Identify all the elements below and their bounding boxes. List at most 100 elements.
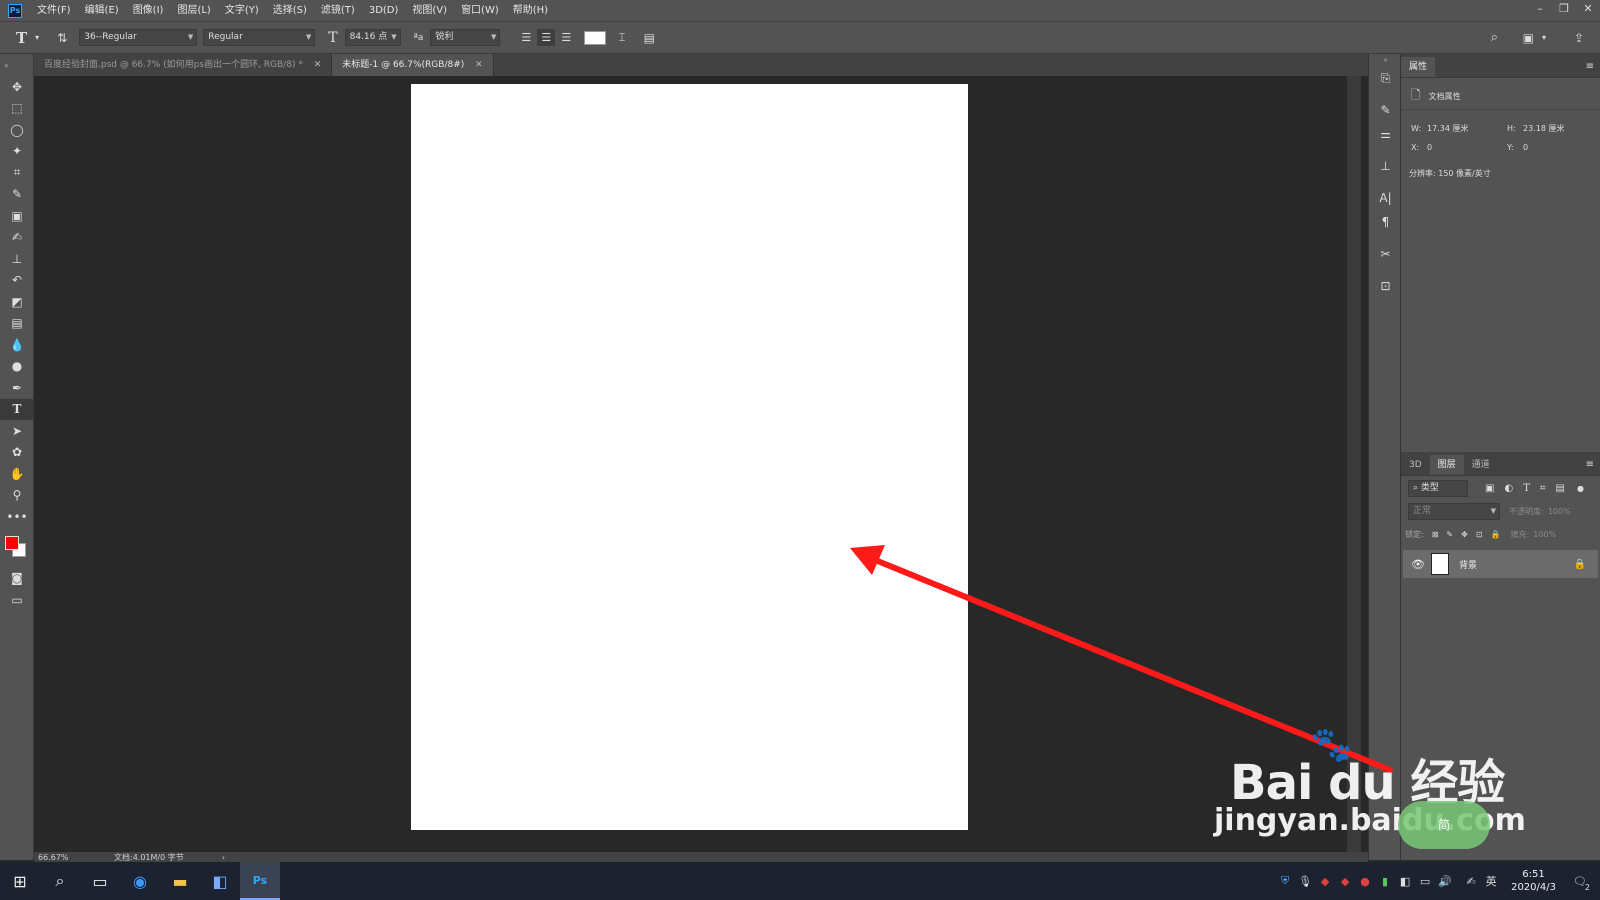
gradient-tool-icon[interactable]: ▤	[0, 313, 34, 335]
clone-source-panel-icon[interactable]: ⊥	[1369, 154, 1402, 178]
blend-mode-select[interactable]: 正常 ▼	[1408, 502, 1500, 520]
brush-tool-icon[interactable]: ✍	[0, 227, 34, 249]
close-button[interactable]: ✕	[1576, 0, 1600, 21]
tray-app-icon[interactable]: ◆	[1335, 875, 1355, 888]
photoshop-taskbar-icon[interactable]: Ps	[240, 862, 280, 900]
menu-filter[interactable]: 滤镜(T)	[314, 0, 362, 21]
eyedropper-tool-icon[interactable]: ✎	[0, 184, 34, 206]
pen-tool-icon[interactable]: ✒	[0, 377, 34, 399]
canvas-area[interactable]	[34, 76, 1361, 852]
panel-menu-icon[interactable]: ≡	[1586, 455, 1594, 475]
x-value[interactable]: 0	[1427, 143, 1507, 152]
filter-toggle-icon[interactable]: ●	[1577, 484, 1584, 493]
restore-button[interactable]: ❐	[1552, 0, 1576, 21]
more-tools-icon[interactable]: •••	[0, 506, 34, 528]
zoom-level[interactable]: 66.67%	[38, 853, 108, 862]
menu-window[interactable]: 窗口(W)	[454, 0, 506, 21]
workspace-icon[interactable]: ▣	[1523, 31, 1534, 45]
y-value[interactable]: 0	[1523, 143, 1528, 152]
notification-icon[interactable]: 🗨 2	[1570, 875, 1590, 892]
type-tool-preset-icon[interactable]: T	[16, 29, 27, 47]
windows-start-icon[interactable]: ⊞	[0, 862, 40, 900]
document-tab-active[interactable]: 未标题-1 @ 66.7%(RGB/8#) ✕	[332, 54, 494, 76]
custom-shape-tool-icon[interactable]: ✿	[0, 442, 34, 464]
height-value[interactable]: 23.18 厘米	[1523, 123, 1564, 134]
font-size-select[interactable]: 84.16 点 ▼	[344, 29, 401, 46]
font-style-select[interactable]: Regular ▼	[203, 29, 316, 46]
clone-stamp-tool-icon[interactable]: ⊥	[0, 248, 34, 270]
clock[interactable]: 6:51 2020/4/3	[1511, 868, 1556, 894]
filter-adjustment-icon[interactable]: ◐	[1504, 483, 1513, 494]
pen-icon[interactable]: ✍	[1461, 875, 1481, 888]
record-icon[interactable]: ●	[1355, 875, 1375, 888]
tab-layers[interactable]: 图层	[1429, 455, 1464, 475]
lasso-tool-icon[interactable]: ◯	[0, 119, 34, 141]
task-view-icon[interactable]: ▭	[80, 862, 120, 900]
layer-filter-select[interactable]: ⌕ 类型	[1408, 479, 1468, 497]
crop-tool-icon[interactable]: ⌗	[0, 162, 34, 184]
align-center-button[interactable]: ☰	[537, 29, 556, 46]
layer-row[interactable]: 👁 背景 🔒	[1403, 550, 1598, 578]
tab-3d[interactable]: 3D	[1401, 455, 1430, 475]
tab-properties[interactable]: 属性	[1401, 57, 1436, 77]
align-right-button[interactable]: ☰	[557, 29, 575, 46]
text-orientation-icon[interactable]: ⇅	[57, 31, 67, 45]
eraser-tool-icon[interactable]: ◩	[0, 291, 34, 313]
menu-select[interactable]: 选择(S)	[266, 0, 314, 21]
screen-mode-icon[interactable]: ▭	[0, 589, 34, 611]
search-icon[interactable]: ⌕	[1491, 30, 1498, 45]
app-icon[interactable]: ◧	[200, 862, 240, 900]
document-tab[interactable]: 百度经验封面.psd @ 66.7% (如何用ps画出一个圆环, RGB/8) …	[34, 54, 333, 76]
fill-value[interactable]: 100%	[1533, 530, 1556, 539]
marquee-tool-icon[interactable]: ⬚	[0, 98, 34, 120]
filter-shape-icon[interactable]: ⌗	[1540, 483, 1546, 494]
move-tool-icon[interactable]: ✥	[0, 76, 34, 98]
adjustments-panel-icon[interactable]: ⚌	[1369, 122, 1402, 146]
search-icon[interactable]: ⌕	[40, 862, 80, 900]
menu-view[interactable]: 视图(V)	[405, 0, 454, 21]
menu-help[interactable]: 帮助(H)	[506, 0, 555, 21]
vertical-scrollbar[interactable]	[1347, 76, 1361, 852]
panel-menu-icon[interactable]: ≡	[1586, 57, 1594, 77]
foreground-color-swatch[interactable]	[5, 535, 19, 550]
menu-file[interactable]: 文件(F)	[30, 0, 78, 21]
tools-panel-icon[interactable]: ✂	[1369, 242, 1402, 266]
battery-icon[interactable]: ▮	[1375, 875, 1395, 888]
tab-channels[interactable]: 通道	[1464, 455, 1498, 475]
lock-transparent-icon[interactable]: ⊠	[1432, 530, 1439, 539]
input-method-indicator[interactable]: 英	[1481, 873, 1501, 889]
lock-position-icon[interactable]: ✥	[1461, 530, 1468, 539]
eye-icon[interactable]: 👁	[1411, 558, 1425, 571]
filter-smart-object-icon[interactable]: ▤	[1556, 483, 1565, 494]
network-icon[interactable]: ▭	[1415, 875, 1435, 888]
opacity-value[interactable]: 100%	[1548, 507, 1571, 516]
share-icon[interactable]: ⇪	[1574, 31, 1584, 45]
shield-icon[interactable]: ⛨	[1275, 874, 1295, 888]
menu-type[interactable]: 文字(Y)	[218, 0, 266, 21]
quick-mask-icon[interactable]: ◙	[0, 568, 34, 590]
collapse-icon[interactable]: »	[0, 54, 34, 76]
width-value[interactable]: 17.34 厘米	[1427, 123, 1507, 134]
close-icon[interactable]: ✕	[314, 60, 322, 70]
lock-artboard-icon[interactable]: ⊡	[1476, 530, 1483, 539]
chevron-down-icon[interactable]: ▾	[35, 33, 39, 42]
menu-image[interactable]: 图像(I)	[126, 0, 171, 21]
hand-tool-icon[interactable]: ✋	[0, 463, 34, 485]
menu-3d[interactable]: 3D(D)	[362, 0, 406, 21]
antialias-select[interactable]: 锐利 ▼	[430, 29, 501, 46]
history-brush-tool-icon[interactable]: ↶	[0, 270, 34, 292]
text-color-swatch[interactable]	[584, 30, 607, 45]
menu-layer[interactable]: 图层(L)	[170, 0, 217, 21]
history-panel-icon[interactable]: ⎘	[1369, 66, 1402, 90]
document-canvas[interactable]	[411, 84, 968, 830]
lock-all-icon[interactable]: 🔒	[1491, 530, 1501, 539]
close-icon[interactable]: ✕	[475, 60, 483, 70]
character-panel-icon[interactable]: A|	[1369, 186, 1402, 210]
minimize-button[interactable]: –	[1528, 0, 1552, 21]
chevron-down-icon[interactable]: ▾	[1542, 33, 1546, 42]
paragraph-panel-icon[interactable]: ¶	[1369, 210, 1402, 234]
character-panel-toggle-icon[interactable]: ▤	[644, 31, 655, 45]
export-panel-icon[interactable]: ⊡	[1369, 274, 1402, 298]
file-explorer-icon[interactable]: ▬	[160, 862, 200, 900]
filter-type-icon[interactable]: T	[1523, 483, 1530, 494]
